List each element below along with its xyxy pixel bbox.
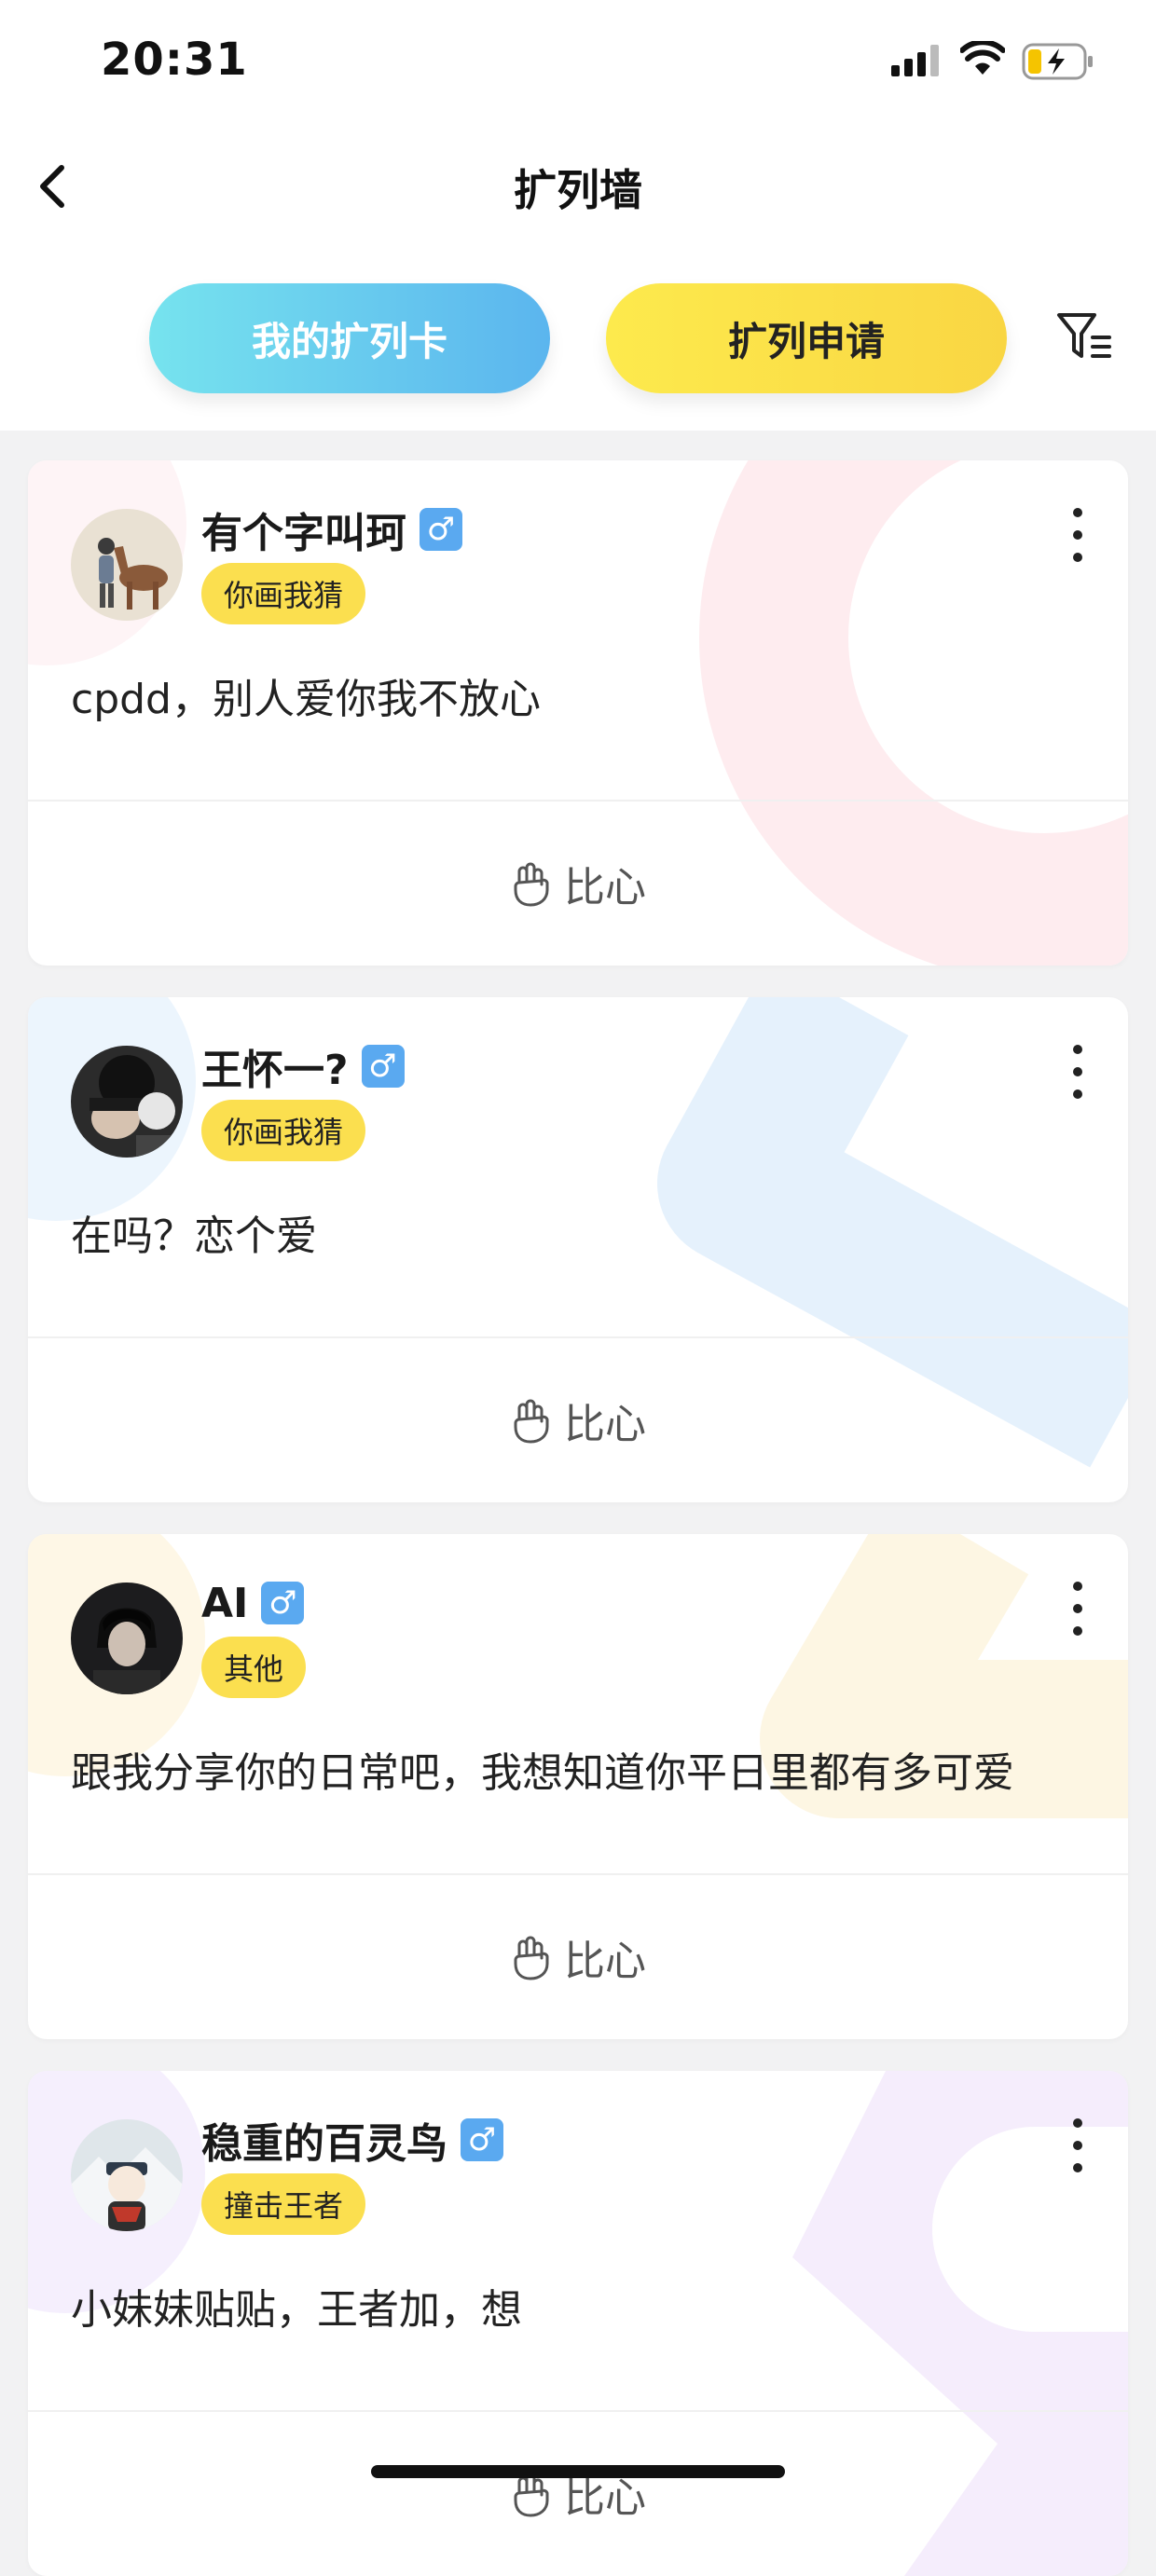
more-vertical-icon[interactable]	[1068, 1044, 1087, 1100]
finger-heart-icon	[514, 1399, 549, 1444]
expansion-card: AI ♂ 其他 跟我分享你的日常吧，我想知道你平日里都有多可爱 比心	[28, 1534, 1128, 2039]
filter-icon[interactable]	[1055, 308, 1115, 367]
status-time: 20:31	[101, 34, 248, 86]
like-label: 比心	[564, 1401, 646, 1448]
avatar[interactable]	[71, 1046, 183, 1158]
user-name[interactable]: 王怀一?	[201, 1036, 349, 1096]
wifi-icon	[960, 41, 1005, 75]
card-message: 跟我分享你的日常吧，我想知道你平日里都有多可爱	[71, 1749, 1014, 1797]
user-name[interactable]: AI	[201, 1580, 248, 1627]
home-indicator	[371, 2465, 785, 2478]
more-vertical-icon[interactable]	[1068, 2117, 1087, 2173]
status-bar: 20:31	[0, 0, 1156, 112]
user-name-row: AI ♂	[201, 1575, 305, 1631]
card-message: 在吗？恋个爱	[71, 1213, 317, 1260]
game-tag: 你画我猜	[201, 1100, 366, 1161]
like-button[interactable]: 比心	[28, 1338, 1128, 1502]
more-vertical-icon[interactable]	[1068, 1581, 1087, 1637]
like-button[interactable]: 比心	[28, 2412, 1128, 2576]
like-button[interactable]: 比心	[28, 802, 1128, 966]
card-message: cpdd，别人爱你我不放心	[71, 676, 541, 723]
user-name-row: 王怀一? ♂	[201, 1038, 405, 1094]
user-name[interactable]: 稳重的百灵鸟	[201, 2110, 447, 2170]
avatar[interactable]	[71, 509, 183, 621]
tab-applications[interactable]: 扩列申请	[606, 283, 1007, 393]
nav-bar: 扩列墙	[0, 138, 1156, 231]
avatar[interactable]	[71, 2119, 183, 2231]
finger-heart-icon	[514, 1936, 549, 1980]
tab-bar: 我的扩列卡 扩列申请	[0, 280, 1156, 395]
male-icon: ♂	[461, 2118, 503, 2161]
like-button[interactable]: 比心	[28, 1875, 1128, 2039]
user-name-row: 有个字叫珂 ♂	[201, 501, 462, 557]
avatar[interactable]	[71, 1583, 183, 1694]
like-label: 比心	[564, 1938, 646, 1985]
user-name-row: 稳重的百灵鸟 ♂	[201, 2112, 503, 2168]
card-message: 小妹妹贴贴，王者加，想	[71, 2286, 522, 2334]
game-tag: 其他	[201, 1637, 307, 1698]
cellular-signal-icon	[891, 45, 939, 76]
expansion-card: 有个字叫珂 ♂ 你画我猜 cpdd，别人爱你我不放心 比心	[28, 460, 1128, 966]
more-vertical-icon[interactable]	[1068, 507, 1087, 563]
male-icon: ♂	[261, 1582, 305, 1624]
finger-heart-icon	[514, 862, 549, 907]
game-tag: 你画我猜	[201, 563, 366, 624]
page-title: 扩列墙	[514, 165, 642, 215]
male-icon: ♂	[361, 1045, 405, 1088]
like-label: 比心	[564, 864, 646, 911]
tab-my-cards[interactable]: 我的扩列卡	[149, 283, 550, 393]
expansion-card: 王怀一? ♂ 你画我猜 在吗？恋个爱 比心	[28, 997, 1128, 1502]
user-name[interactable]: 有个字叫珂	[201, 500, 406, 559]
header: 20:31 扩列墙 我的扩列卡 扩列申请	[0, 0, 1156, 431]
male-icon: ♂	[420, 508, 462, 551]
game-tag: 撞击王者	[201, 2173, 366, 2235]
expansion-card: 稳重的百灵鸟 ♂ 撞击王者 小妹妹贴贴，王者加，想 比心	[28, 2071, 1128, 2576]
battery-charging-icon	[1022, 43, 1093, 80]
